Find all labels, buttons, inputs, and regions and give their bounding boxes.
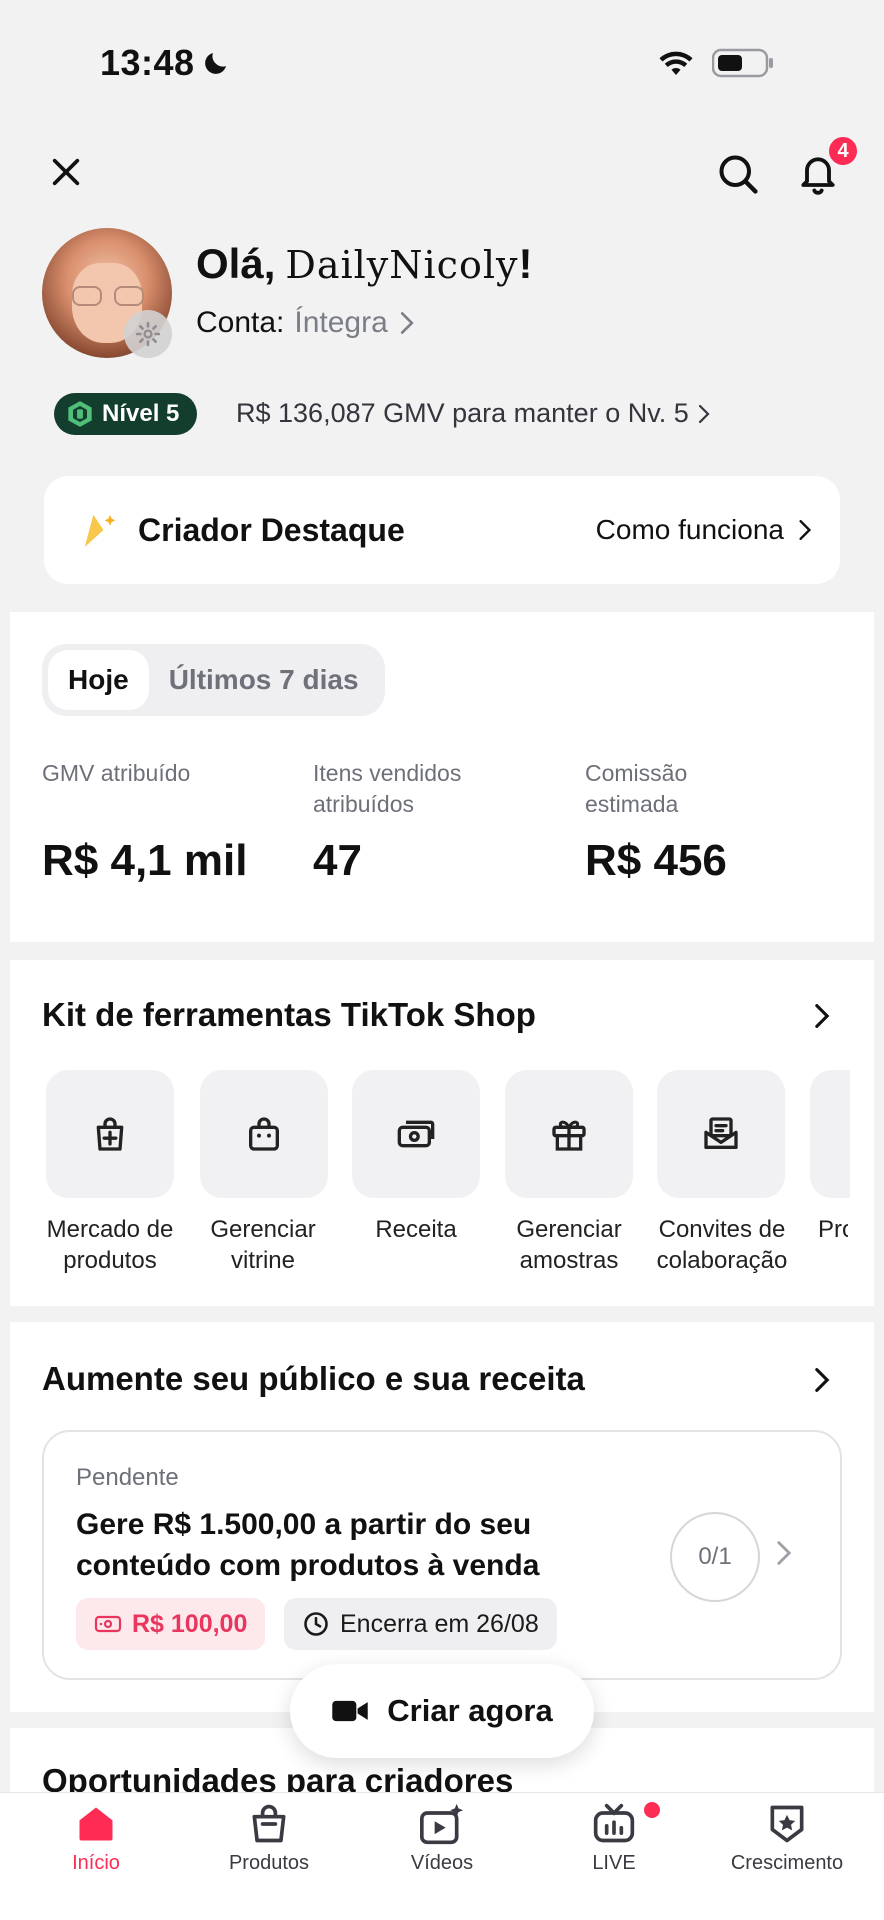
task-title: Gere R$ 1.500,00 a partir do seu conteúd… <box>76 1508 540 1582</box>
tool-label: Pro <box>818 1216 848 1243</box>
notifications-button[interactable]: 4 <box>790 134 860 202</box>
account-label: Conta: <box>196 306 285 339</box>
level-badge-text: Nível 5 <box>102 400 180 427</box>
growth-title: Aumente seu público e sua receita <box>42 1360 585 1397</box>
greeting: Olá, DailyNicoly! <box>196 240 532 288</box>
chevron-right-icon <box>400 312 414 334</box>
battery-icon <box>712 48 773 78</box>
status-icons <box>658 48 774 78</box>
toolkit-title: Kit de ferramentas TikTok Shop <box>42 996 536 1033</box>
level-requirement-text: R$ 136,087 GMV para manter o Nv. 5 <box>236 398 689 428</box>
live-notification-dot <box>644 1802 660 1818</box>
tool-label: Gerenciar amostras <box>516 1216 622 1274</box>
nav-live-label: LIVE <box>592 1852 636 1874</box>
create-now-button[interactable]: Criar agora <box>290 1664 594 1758</box>
level-requirement[interactable]: R$ 136,087 GMV para manter o Nv. 5 <box>236 398 711 429</box>
tool-label: Mercado de produtos <box>46 1216 174 1274</box>
greeting-prefix: Olá, <box>196 240 276 287</box>
tool-collaboration-invites[interactable] <box>657 1070 785 1198</box>
nav-videos[interactable]: Vídeos <box>372 1802 512 1875</box>
growth-more-button[interactable] <box>806 1364 838 1396</box>
close-icon <box>52 158 80 186</box>
chevron-right-icon <box>815 1368 830 1392</box>
tool-label: Gerenciar vitrine <box>210 1216 316 1274</box>
close-button[interactable] <box>40 146 92 198</box>
stat-label-gmv: GMV atribuído <box>42 760 191 786</box>
live-tv-icon <box>593 1803 635 1843</box>
creator-title: Criador Destaque <box>138 511 405 548</box>
tool-revenue[interactable] <box>352 1070 480 1198</box>
task-status: Pendente <box>76 1464 179 1491</box>
cash-icon <box>94 1615 122 1633</box>
tool-product-market[interactable] <box>46 1070 174 1198</box>
account-value: Íntegra <box>294 306 388 339</box>
stat-value-items: 47 <box>313 836 362 885</box>
money-icon <box>397 1120 435 1148</box>
tab-today[interactable]: Hoje <box>48 650 149 710</box>
search-icon <box>719 155 758 194</box>
nav-live[interactable]: LIVE <box>544 1802 684 1875</box>
how-it-works-text: Como funciona <box>595 514 784 545</box>
search-button[interactable] <box>710 146 766 202</box>
period-toggle: Hoje Últimos 7 dias <box>42 644 385 716</box>
nav-growth-label: Crescimento <box>730 1852 844 1874</box>
video-camera-icon <box>332 1700 369 1722</box>
stat-label-commission: Comissão estimada <box>585 760 688 817</box>
reward-badge: R$ 100,00 <box>76 1598 266 1650</box>
video-sparkle-icon <box>420 1803 464 1845</box>
level-hexagon-icon <box>68 401 92 427</box>
nav-home[interactable]: Início <box>26 1802 166 1875</box>
stat-value-commission: R$ 456 <box>585 836 727 885</box>
task-progress: 0/1 <box>670 1512 760 1602</box>
user-name: DailyNicoly <box>285 243 519 287</box>
tool-label: Receita <box>375 1216 457 1243</box>
greeting-exclaim: ! <box>518 240 533 287</box>
home-icon <box>79 1807 113 1841</box>
nav-videos-label: Vídeos <box>410 1852 474 1874</box>
shopping-bag-plus-icon <box>96 1117 124 1151</box>
shopping-bag-icon <box>252 1804 286 1843</box>
spotlight-icon <box>85 515 116 547</box>
tool-manage-showcase[interactable] <box>200 1070 328 1198</box>
chevron-right-icon <box>815 1004 830 1028</box>
reward-text: R$ 100,00 <box>132 1609 248 1638</box>
nav-products-label: Produtos <box>228 1852 310 1874</box>
moon-icon <box>204 53 226 74</box>
time-text: 13:48 <box>100 42 195 83</box>
avatar-glasses <box>72 286 144 308</box>
deadline-badge: Encerra em 26/08 <box>284 1598 557 1650</box>
level-badge[interactable]: Nível 5 <box>54 393 198 435</box>
status-time: 13:48 <box>100 42 231 84</box>
envelope-icon <box>704 1117 738 1149</box>
stat-label-items: Itens vendidos atribuídos <box>313 760 462 817</box>
tool-partial[interactable] <box>810 1070 850 1198</box>
opportunities-title: Oportunidades para criadores <box>42 1762 514 1792</box>
store-bag-icon <box>249 1117 279 1151</box>
chevron-right-icon <box>698 404 710 423</box>
wifi-icon <box>659 51 693 75</box>
clock-icon <box>304 1612 328 1636</box>
task-open-button[interactable] <box>776 1540 792 1571</box>
nav-products[interactable]: Produtos <box>199 1802 339 1875</box>
chevron-right-icon <box>799 519 812 541</box>
create-now-label: Criar agora <box>387 1693 553 1728</box>
avatar-settings-button[interactable] <box>124 310 172 358</box>
tool-manage-samples[interactable] <box>505 1070 633 1198</box>
chevron-right-icon <box>777 1541 792 1565</box>
nav-home-label: Início <box>72 1852 120 1874</box>
how-it-works-link[interactable]: Como funciona <box>596 514 812 546</box>
stat-value-gmv: R$ 4,1 mil <box>42 836 248 885</box>
gear-icon <box>135 321 161 347</box>
tab-last-7-days[interactable]: Últimos 7 dias <box>149 650 379 710</box>
gift-icon <box>552 1120 586 1151</box>
deadline-text: Encerra em 26/08 <box>340 1609 539 1638</box>
toolkit-more-button[interactable] <box>806 1000 838 1032</box>
tool-label: Convites de colaboração <box>656 1216 788 1274</box>
notification-badge: 4 <box>826 134 860 168</box>
nav-growth[interactable]: Crescimento <box>717 1802 857 1875</box>
shield-star-icon <box>770 1805 804 1843</box>
account-status[interactable]: Conta: Íntegra <box>196 306 416 340</box>
creator-highlight-card[interactable]: Criador Destaque Como funciona <box>44 476 840 584</box>
